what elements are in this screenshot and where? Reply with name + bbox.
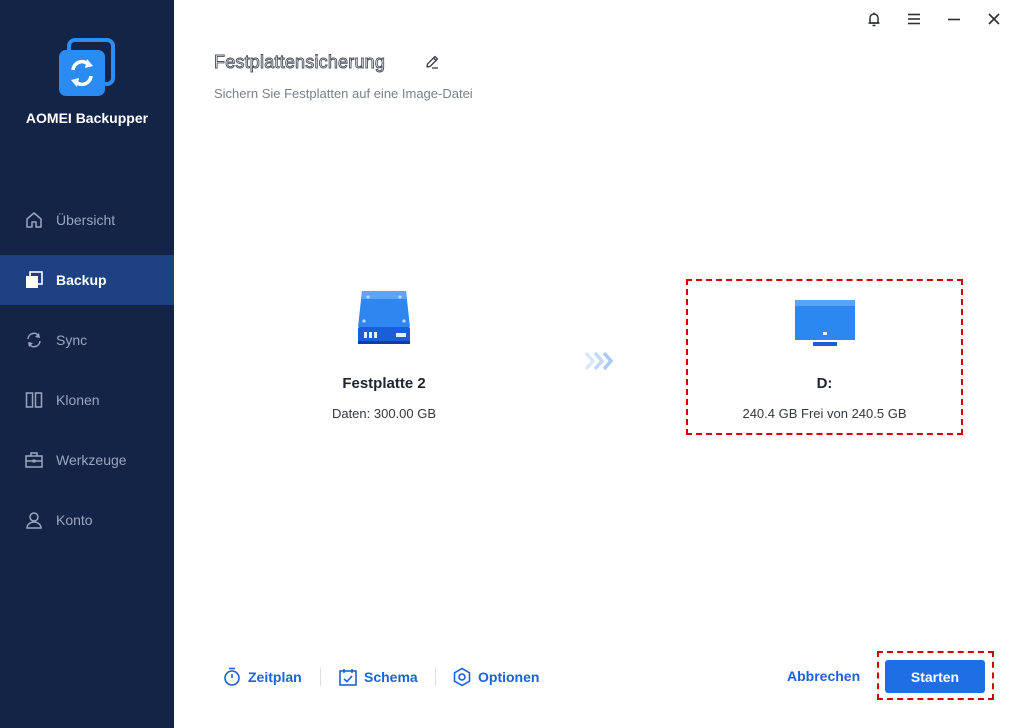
settings-icon xyxy=(452,667,472,687)
page-title: Festplattensicherung xyxy=(214,52,386,73)
sidebar-item-overview[interactable]: Übersicht xyxy=(0,195,174,245)
sidebar-item-label: Backup xyxy=(56,272,107,288)
stopwatch-icon xyxy=(222,667,242,687)
sidebar-item-tools[interactable]: Werkzeuge xyxy=(0,435,174,485)
start-button[interactable]: Starten xyxy=(885,660,985,693)
scheme-button[interactable]: Schema xyxy=(338,666,418,688)
hard-drive-icon xyxy=(354,285,414,349)
destination-name: D: xyxy=(816,375,833,392)
sync-icon xyxy=(24,330,44,350)
clone-icon xyxy=(24,390,44,410)
footer-divider xyxy=(320,668,321,686)
window-controls xyxy=(854,8,1014,30)
sidebar-item-label: Sync xyxy=(56,332,88,348)
sidebar-item-label: Klonen xyxy=(56,392,100,408)
backup-icon xyxy=(24,270,44,290)
destination-info: 240.4 GB Frei von 240.5 GB xyxy=(742,406,907,421)
sidebar-item-label: Konto xyxy=(56,512,93,528)
monitor-icon xyxy=(793,299,857,351)
sidebar-item-label: Übersicht xyxy=(56,212,116,228)
chevrons-right-icon xyxy=(584,350,616,372)
destination-target[interactable]: D: 240.4 GB Frei von 240.5 GB xyxy=(686,279,963,435)
sidebar-item-clone[interactable]: Klonen xyxy=(0,375,174,425)
source-info: Daten: 300.00 GB xyxy=(331,406,437,421)
scheme-label: Schema xyxy=(364,669,418,685)
edit-icon[interactable] xyxy=(424,54,440,70)
close-icon[interactable] xyxy=(974,8,1014,30)
app-logo-icon xyxy=(55,38,117,100)
schedule-button[interactable]: Zeitplan xyxy=(222,666,302,688)
sidebar-item-account[interactable]: Konto xyxy=(0,495,174,545)
sidebar: AOMEI Backupper Übersicht Backup Sync Kl… xyxy=(0,0,174,728)
footer-divider xyxy=(435,668,436,686)
source-disk[interactable]: Festplatte 2 Daten: 300.00 GB xyxy=(294,285,474,421)
home-icon xyxy=(24,210,44,230)
source-name: Festplatte 2 xyxy=(342,375,426,392)
menu-icon[interactable] xyxy=(894,8,934,30)
bell-icon[interactable] xyxy=(854,8,894,30)
options-label: Optionen xyxy=(478,669,540,685)
cancel-button[interactable]: Abbrechen xyxy=(787,668,860,684)
sidebar-item-sync[interactable]: Sync xyxy=(0,315,174,365)
sidebar-item-label: Werkzeuge xyxy=(56,452,127,468)
app-name: AOMEI Backupper xyxy=(25,110,149,126)
user-icon xyxy=(24,510,44,530)
calendar-check-icon xyxy=(338,667,358,687)
schedule-label: Zeitplan xyxy=(248,669,302,685)
toolbox-icon xyxy=(24,450,44,470)
page-subtitle: Sichern Sie Festplatten auf eine Image-D… xyxy=(214,86,473,101)
options-button[interactable]: Optionen xyxy=(452,666,539,688)
minimize-icon[interactable] xyxy=(934,8,974,30)
sidebar-item-backup[interactable]: Backup xyxy=(0,255,174,305)
